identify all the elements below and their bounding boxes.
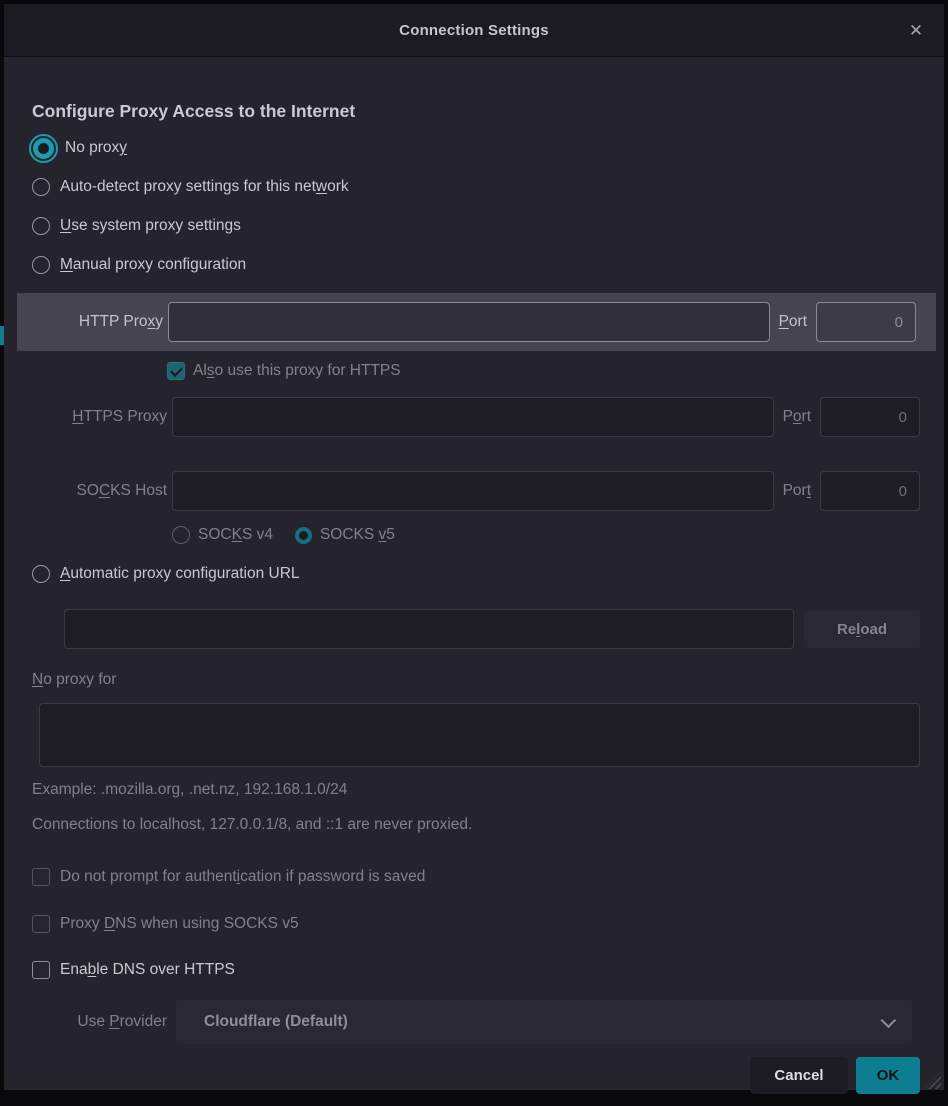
no-proxy-for-label: No proxy for	[32, 671, 920, 693]
radio-system-proxy-label: Use system proxy settings	[60, 217, 241, 235]
no-auth-prompt-row[interactable]: Do not prompt for authentication if pass…	[32, 866, 920, 888]
also-https-row[interactable]: Also use this proxy for HTTPS	[167, 359, 920, 383]
no-auth-prompt-checkbox[interactable]	[32, 868, 50, 886]
dialog-title: Connection Settings	[399, 22, 549, 39]
https-proxy-input[interactable]	[172, 397, 774, 437]
proxy-dns-label: Proxy DNS when using SOCKS v5	[60, 915, 299, 933]
radio-socks-v4[interactable]	[172, 526, 190, 544]
dialog-titlebar: Connection Settings ✕	[4, 4, 944, 57]
no-auth-prompt-label: Do not prompt for authentication if pass…	[60, 868, 425, 886]
dns-over-https-row[interactable]: Enable DNS over HTTPS	[32, 959, 920, 981]
socks-host-row: SOCKS Host Port	[32, 471, 920, 511]
page-title: Configure Proxy Access to the Internet	[32, 101, 920, 123]
dialog-content: Configure Proxy Access to the Internet N…	[4, 57, 944, 1094]
http-proxy-input[interactable]	[168, 302, 770, 342]
socks-host-input[interactable]	[172, 471, 774, 511]
radio-row-auto-url[interactable]: Automatic proxy configuration URL	[32, 559, 920, 589]
radio-auto-url[interactable]	[32, 565, 50, 583]
radio-row-autodetect[interactable]: Auto-detect proxy settings for this netw…	[32, 172, 920, 202]
https-port-input[interactable]	[820, 397, 920, 437]
radio-socks-v5[interactable]	[295, 527, 312, 544]
no-proxy-for-textarea[interactable]	[39, 703, 920, 767]
https-proxy-row: HTTPS Proxy Port	[32, 397, 920, 437]
close-button[interactable]: ✕	[902, 17, 930, 45]
radio-manual-proxy-label: Manual proxy configuration	[60, 256, 246, 274]
connection-settings-dialog: Connection Settings ✕ Configure Proxy Ac…	[4, 4, 944, 1090]
dns-over-https-label: Enable DNS over HTTPS	[60, 961, 235, 979]
auto-url-row: Reload	[32, 609, 920, 649]
radio-autodetect-label: Auto-detect proxy settings for this netw…	[60, 178, 349, 196]
http-port-label: Port	[779, 313, 807, 331]
reload-button[interactable]: Reload	[804, 610, 920, 648]
provider-select[interactable]: Cloudflare (Default)	[176, 1000, 912, 1044]
radio-row-manual-proxy[interactable]: Manual proxy configuration	[32, 250, 920, 280]
http-proxy-label: HTTP Proxy	[28, 313, 163, 331]
localhost-note-text: Connections to localhost, 127.0.0.1/8, a…	[32, 816, 920, 836]
socks-port-input[interactable]	[820, 471, 920, 511]
provider-label: Use Provider	[32, 1013, 167, 1031]
dialog-button-row: Cancel OK	[32, 1057, 920, 1094]
close-icon: ✕	[909, 21, 923, 41]
http-port-input[interactable]	[816, 302, 916, 342]
dns-over-https-checkbox[interactable]	[32, 961, 50, 979]
radio-row-no-proxy[interactable]: No proxy	[32, 133, 920, 163]
radio-socks-v5-label: SOCKS v5	[320, 526, 395, 544]
socks-port-label: Port	[783, 482, 811, 500]
also-https-checkbox[interactable]	[167, 362, 185, 380]
provider-selected-value: Cloudflare (Default)	[204, 1013, 348, 1031]
socks-host-label: SOCKS Host	[32, 482, 167, 500]
radio-system-proxy[interactable]	[32, 217, 50, 235]
radio-row-system-proxy[interactable]: Use system proxy settings	[32, 211, 920, 241]
cancel-button[interactable]: Cancel	[750, 1057, 848, 1094]
radio-manual-proxy[interactable]	[32, 256, 50, 274]
radio-socks-v4-label: SOCKS v4	[198, 526, 273, 544]
https-port-label: Port	[783, 408, 811, 426]
proxy-dns-row[interactable]: Proxy DNS when using SOCKS v5	[32, 913, 920, 935]
also-https-label: Also use this proxy for HTTPS	[193, 362, 401, 380]
chevron-down-icon	[881, 1012, 897, 1028]
radio-auto-url-label: Automatic proxy configuration URL	[60, 565, 300, 583]
ok-button[interactable]: OK	[856, 1057, 920, 1094]
radio-autodetect[interactable]	[32, 178, 50, 196]
socks-version-row: SOCKS v4 SOCKS v5	[172, 523, 920, 547]
auto-url-input[interactable]	[64, 609, 794, 649]
https-proxy-label: HTTPS Proxy	[32, 408, 167, 426]
left-edge-marker	[0, 326, 4, 345]
doh-provider-row: Use Provider Cloudflare (Default)	[32, 1000, 912, 1044]
proxy-dns-checkbox[interactable]	[32, 915, 50, 933]
http-proxy-row-highlighted: HTTP Proxy Port	[17, 293, 936, 351]
radio-no-proxy-label: No proxy	[65, 139, 127, 157]
radio-no-proxy[interactable]	[33, 138, 54, 159]
no-proxy-example-text: Example: .mozilla.org, .net.nz, 192.168.…	[32, 781, 920, 801]
